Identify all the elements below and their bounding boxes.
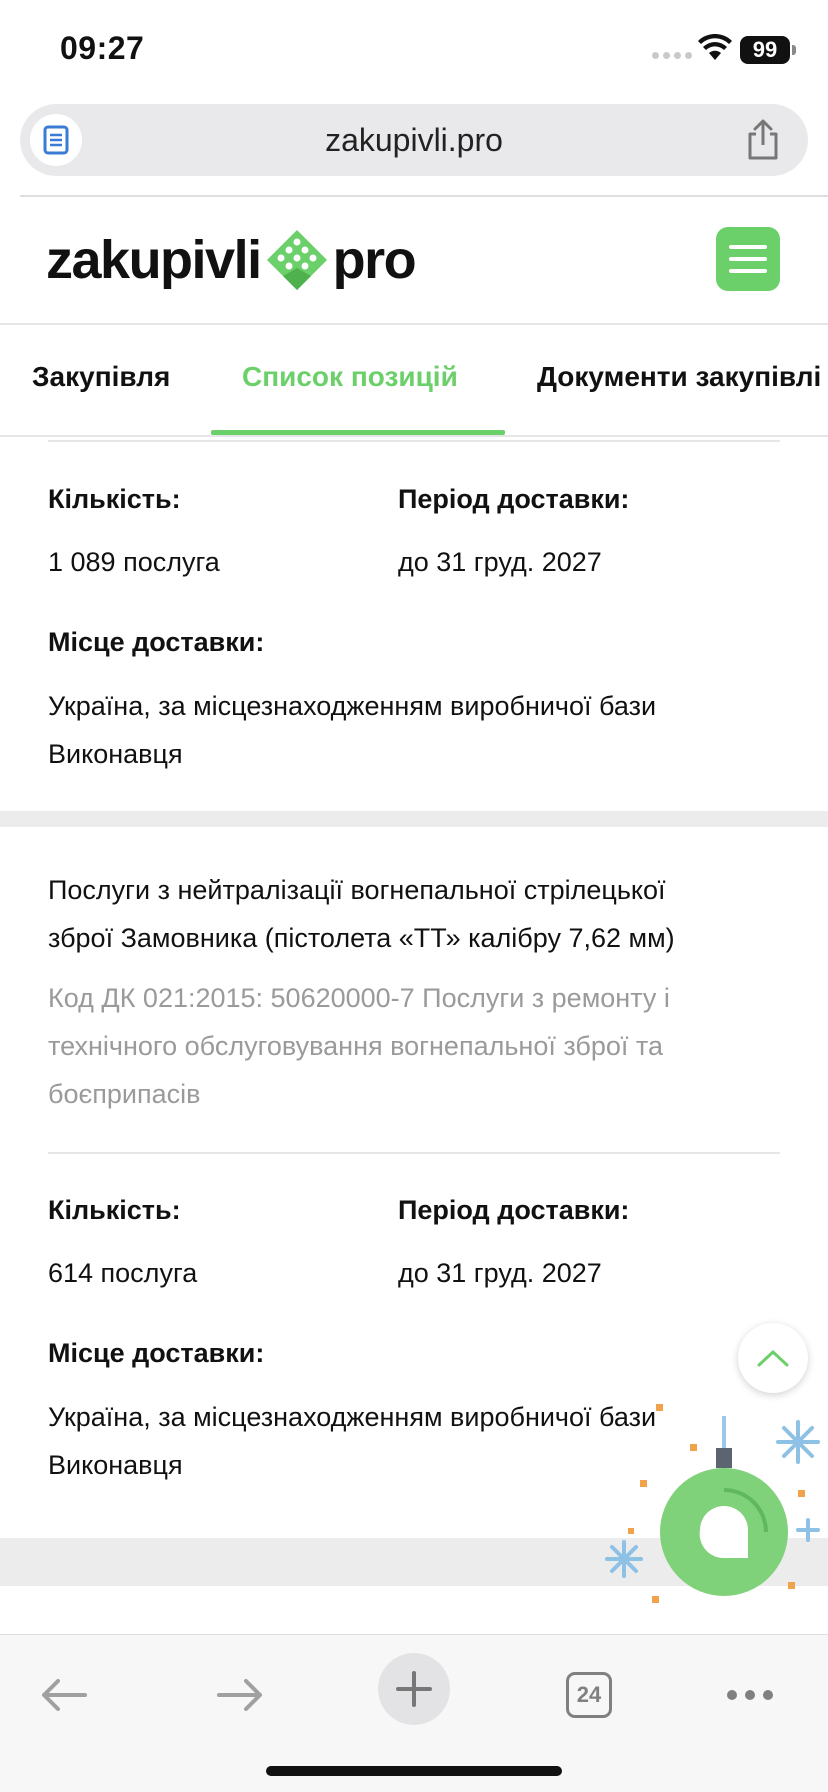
delivery-place-line: Україна, за місцезнаходженням виробничої… [48, 1402, 657, 1432]
forward-arrow-icon[interactable] [210, 1665, 270, 1725]
delivery-place-line: Виконавця [48, 1450, 183, 1480]
share-icon[interactable] [744, 118, 782, 162]
address-bar[interactable]: zakupivli.pro [20, 104, 808, 176]
url-text[interactable]: zakupivli.pro [20, 122, 808, 159]
tab-procurement[interactable]: Закупівля [32, 361, 170, 393]
divider [48, 1152, 780, 1154]
new-tab-button[interactable] [378, 1653, 450, 1725]
battery-indicator: 99 [740, 36, 796, 64]
item-title-line: Послуги з нейтралізації вогнепальної стр… [48, 875, 666, 905]
item-code-line: боєприпасів [48, 1079, 201, 1109]
chat-icon [699, 1488, 768, 1559]
item-code-line: технічного обслуговування вогнепальної з… [48, 1031, 663, 1061]
delivery-place-label: Місце доставки: [48, 1338, 265, 1368]
tab-positions-list[interactable]: Список позицій [242, 361, 458, 393]
status-time: 09:27 [60, 30, 145, 66]
tabs-count-button[interactable]: 24 [566, 1672, 612, 1718]
cellular-signal-icon [652, 52, 692, 59]
quantity-label: Кількість: [48, 484, 181, 514]
status-bar: 09:27 99 [0, 0, 828, 100]
home-indicator [266, 1766, 562, 1776]
delivery-place-label: Місце доставки: [48, 627, 265, 657]
delivery-period-value: до 31 груд. 2027 [398, 1258, 602, 1288]
delivery-place-line: Україна, за місцезнаходженням виробничої… [48, 691, 657, 721]
divider [48, 440, 780, 442]
back-arrow-icon[interactable] [34, 1665, 94, 1725]
delivery-period-label: Період доставки: [398, 484, 630, 514]
chevron-up-icon [757, 1350, 789, 1367]
quantity-value: 614 послуга [48, 1258, 198, 1288]
logo-text-right: pro [332, 230, 417, 290]
plus-icon [396, 1671, 432, 1707]
site-logo[interactable]: zakupivli pro [46, 225, 417, 295]
logo-text-left: zakupivli [46, 230, 262, 290]
quantity-label: Кількість: [48, 1195, 181, 1225]
wifi-icon [698, 34, 732, 60]
logo-mark-icon [266, 230, 327, 290]
item-title-line: зброї Замовника (пістолета «ТТ» калібру … [48, 923, 675, 953]
item-separator [0, 811, 828, 827]
delivery-period-value: до 31 груд. 2027 [398, 547, 602, 577]
item-code-line: Код ДК 021:2015: 50620000-7 Послуги з ре… [48, 983, 670, 1013]
more-icon[interactable] [720, 1665, 780, 1725]
site-header: zakupivli pro [0, 197, 828, 325]
delivery-place-line: Виконавця [48, 739, 183, 769]
delivery-period-label: Період доставки: [398, 1195, 630, 1225]
tab-documents[interactable]: Документи закупівлі [537, 361, 821, 393]
active-tab-indicator [211, 430, 505, 435]
quantity-value: 1 089 послуга [48, 547, 220, 577]
chat-button[interactable] [660, 1468, 788, 1596]
menu-icon[interactable] [716, 227, 780, 291]
tab-bar: Закупівля Список позицій Документи закуп… [0, 327, 828, 437]
